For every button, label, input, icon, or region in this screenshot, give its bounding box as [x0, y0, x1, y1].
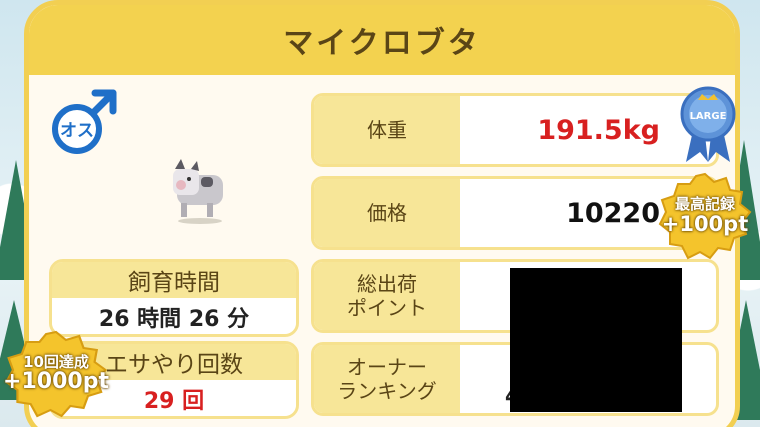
gender-label: オス — [60, 121, 94, 141]
weight-row: 体重 191.5kg — [311, 93, 719, 167]
male-symbol-icon: オス — [49, 85, 121, 157]
weight-value: 191.5kg — [537, 114, 660, 146]
redaction-block — [510, 268, 682, 412]
card-header: マイクロブタ — [29, 5, 735, 75]
best-record-points: +100pt — [661, 211, 749, 236]
achievement-seal: 10回達成 +1000pt — [2, 330, 110, 418]
large-badge-text: LARGE — [690, 111, 727, 122]
owner-ranking-label: オーナー ランキング — [314, 345, 460, 413]
price-label: 価格 — [314, 179, 460, 247]
achievement-text: 10回達成 — [23, 352, 89, 371]
best-record-seal: 最高記録 +100pt — [656, 172, 754, 260]
pig-name-title: マイクロブタ — [283, 26, 481, 61]
weight-label: 体重 — [314, 96, 460, 164]
large-size-badge-icon: LARGE — [680, 86, 736, 164]
micro-pig-icon — [169, 155, 231, 225]
total-shipping-points-label: 総出荷 ポイント — [314, 262, 460, 330]
best-record-text: 最高記録 — [674, 195, 735, 214]
raising-time-box: 飼育時間 26 時間 26 分 — [49, 259, 299, 337]
raising-time-label: 飼育時間 — [52, 262, 296, 298]
achievement-points: +1000pt — [3, 369, 109, 395]
